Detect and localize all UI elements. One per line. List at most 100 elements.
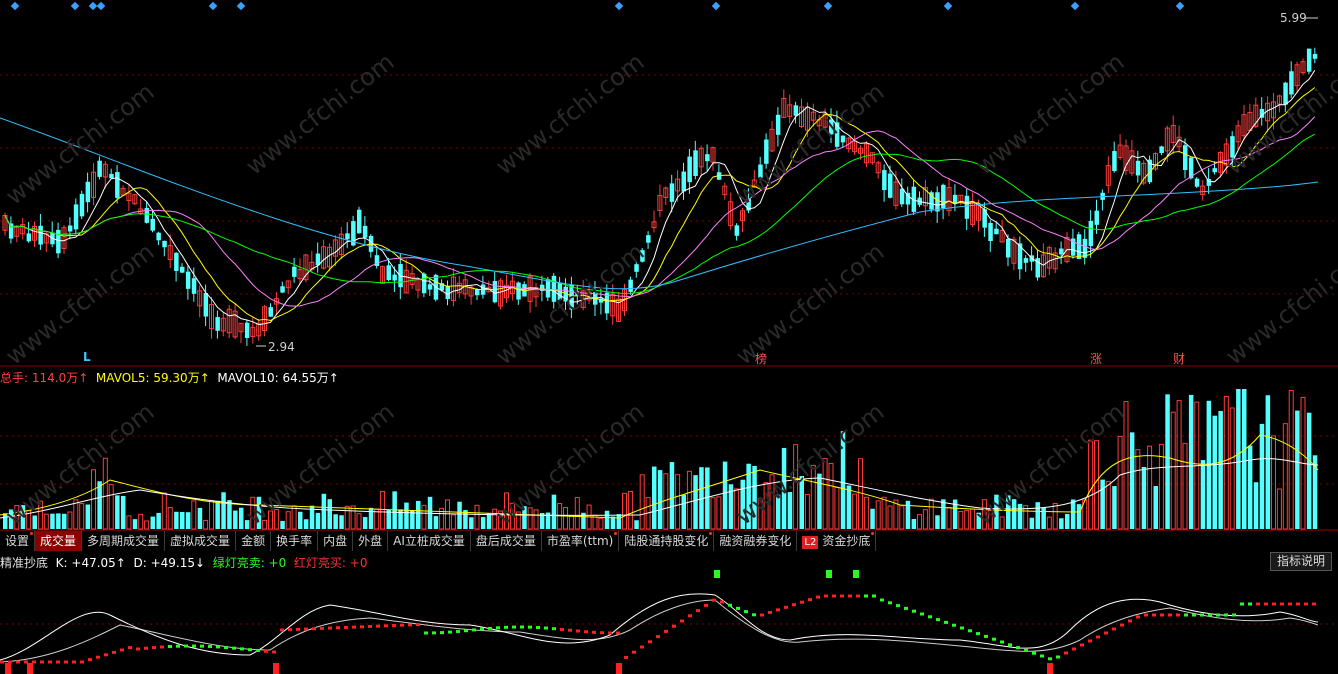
candle-down (681, 171, 686, 192)
tab-volume[interactable]: 成交量 (35, 531, 83, 551)
signal-dot (1112, 627, 1116, 631)
volume-bar (627, 490, 633, 530)
volume-bar (634, 520, 639, 529)
volume-bar (268, 510, 273, 530)
volume-bar (115, 495, 120, 529)
signal-dot (1072, 647, 1076, 651)
signal-dot (176, 644, 180, 648)
volume-bar (1295, 410, 1300, 529)
volume-bar (73, 499, 79, 530)
signal-dot (1104, 631, 1108, 635)
volume-bar (846, 485, 852, 529)
signal-dot (888, 601, 892, 605)
blue-diamond-icon (711, 1, 721, 11)
signal-dot (432, 631, 436, 635)
volume-bar (958, 510, 964, 530)
tab-settings[interactable]: 设置 (0, 531, 36, 551)
volume-bar (416, 500, 421, 529)
volume-bar (964, 509, 970, 530)
signal-dot (776, 608, 780, 612)
volume-bar (928, 498, 934, 530)
signal-dot (856, 594, 860, 598)
signal-dot (1024, 648, 1028, 652)
signal-dot (648, 640, 652, 644)
volume-bar (1200, 460, 1206, 529)
signal-dot (112, 650, 116, 654)
signal-dot (1152, 613, 1156, 617)
candle-down (115, 172, 120, 198)
tab-turnover[interactable]: 换手率 (271, 531, 319, 551)
candle-down (1306, 48, 1312, 72)
volume-bar (333, 514, 338, 529)
volume-bar (221, 492, 226, 529)
signal-dot (1016, 646, 1020, 650)
signal-dot (1256, 602, 1260, 606)
candle-down (180, 266, 185, 273)
indicator-red-light: 红灯亮买: +0 (293, 556, 368, 570)
tab-virtual-volume[interactable]: 虚拟成交量 (165, 531, 237, 551)
volume-bar (215, 500, 220, 529)
volume-bar (209, 499, 214, 530)
volume-bar (686, 470, 692, 530)
signal-dot (968, 629, 972, 633)
signal-dot (160, 645, 164, 649)
signal-dot (784, 605, 788, 609)
volume-bar (822, 458, 828, 530)
signal-dot (1120, 623, 1124, 627)
candle-down (840, 135, 846, 143)
buy-signal-bar (616, 663, 622, 674)
volume-bar (102, 457, 108, 530)
blue-diamond-icon (1175, 1, 1185, 11)
volume-bar (126, 515, 132, 530)
signal-dot (472, 628, 476, 632)
signal-dot (168, 645, 172, 649)
signal-dot (976, 632, 980, 636)
signal-dot (992, 637, 996, 641)
tab-ai-volume[interactable]: AI立桩成交量 (388, 531, 471, 551)
tab-northbound-holding[interactable]: 陆股通持股变化 (619, 531, 715, 551)
tab-inner-volume[interactable]: 内盘 (318, 531, 354, 551)
volume-bar (1017, 503, 1023, 529)
volume-bar (1135, 449, 1141, 530)
signal-dot (336, 626, 340, 630)
signal-dot (680, 619, 684, 623)
signal-dot (848, 594, 852, 598)
signal-dot (1240, 602, 1244, 606)
blue-diamond-icon (236, 1, 246, 11)
volume-bar (551, 494, 557, 529)
price-high-label: 5.99 (1280, 11, 1307, 25)
signal-dot (360, 625, 364, 629)
volume-bar (362, 517, 368, 529)
tab-capital-bottom[interactable]: L2 资金抄底 (797, 531, 877, 551)
volume-bar (669, 462, 675, 529)
volume-bar (563, 507, 568, 530)
signal-dot (440, 631, 444, 635)
tab-multi-period-volume[interactable]: 多周期成交量 (82, 531, 166, 551)
blue-diamond-icon (88, 1, 98, 11)
price-low-label: 2.94 (268, 340, 295, 354)
tab-amount[interactable]: 金额 (236, 531, 272, 551)
volume-bar (828, 462, 834, 530)
volume-bar (121, 495, 126, 529)
stock-chart[interactable] (0, 0, 1338, 674)
signal-dot (136, 647, 140, 651)
volume-bar (941, 499, 946, 529)
candle-down (829, 119, 834, 135)
candle-down (964, 195, 970, 219)
indicator-header: 精准抄底 K: +47.05↑ D: +49.15↓ 绿灯亮卖: +0 红灯亮买… (0, 554, 367, 571)
tab-margin-trading[interactable]: 融资融券变化 (714, 531, 798, 551)
signal-dot (936, 618, 940, 622)
tab-after-hours-volume[interactable]: 盘后成交量 (471, 531, 542, 551)
signal-dot (1048, 657, 1052, 661)
signal-dot (808, 598, 812, 602)
volume-bar (244, 520, 250, 529)
candle-down (1059, 248, 1064, 255)
candle-down (1135, 160, 1141, 176)
tab-outer-volume[interactable]: 外盘 (353, 531, 389, 551)
candle-down (67, 225, 73, 232)
tab-pe-ttm[interactable]: 市盈率(ttm) (542, 531, 620, 551)
volume-bar (935, 515, 940, 529)
indicator-help-button[interactable]: 指标说明 (1269, 552, 1332, 571)
candle-down (758, 164, 763, 178)
signal-dot (392, 624, 396, 628)
